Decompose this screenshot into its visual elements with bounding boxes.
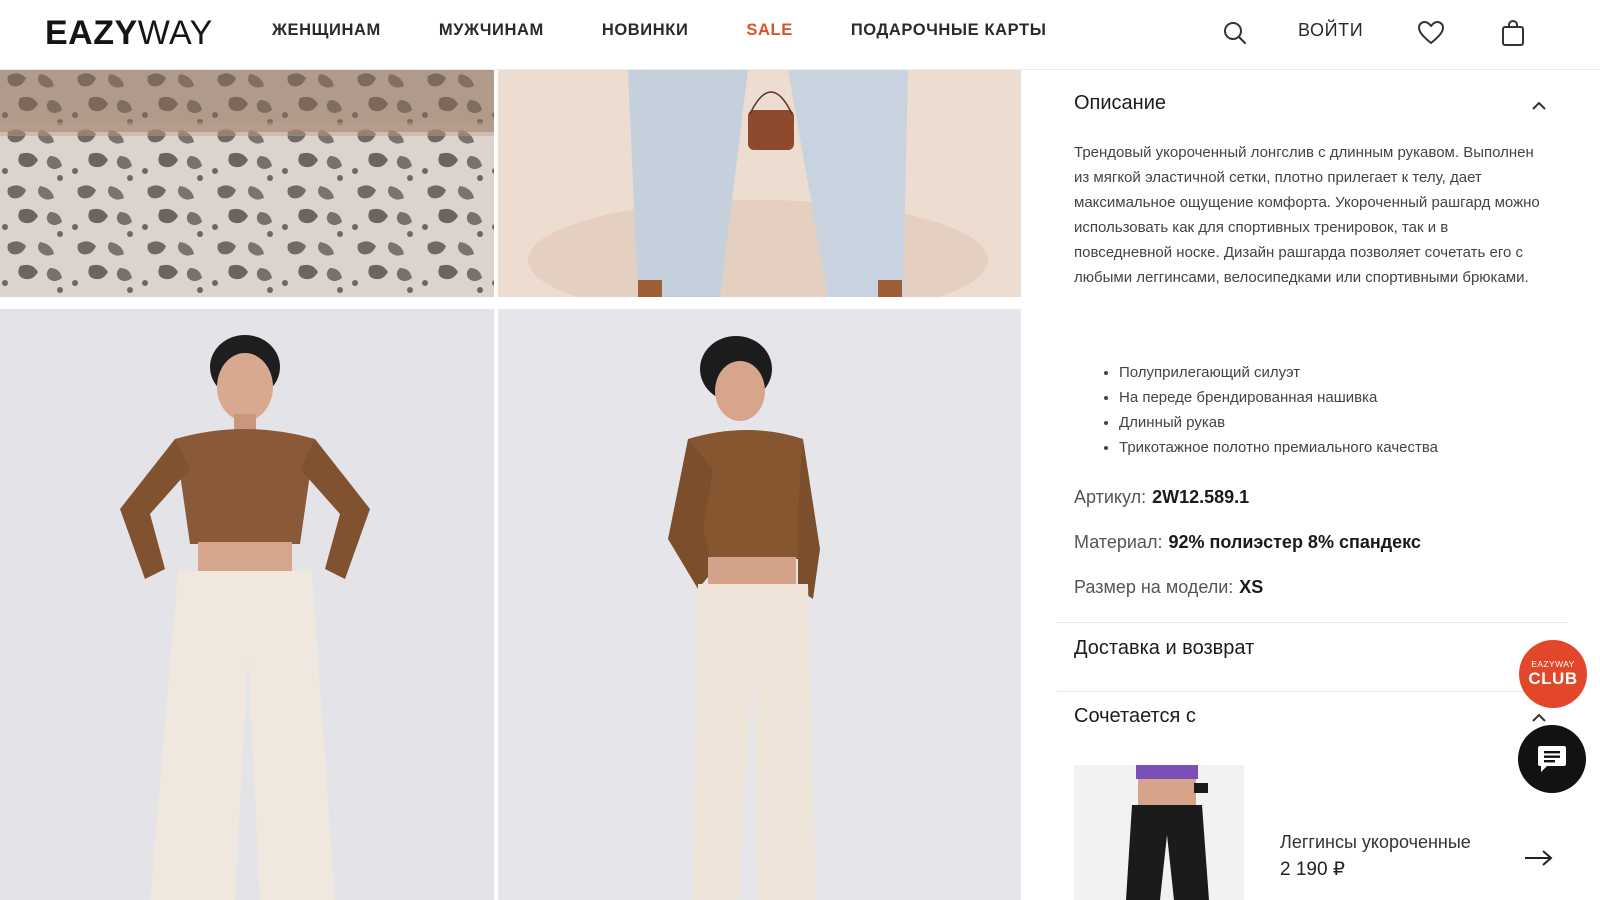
recommended-product-name[interactable]: Леггинсы укороченные <box>1280 832 1471 853</box>
chat-button[interactable] <box>1518 725 1586 793</box>
recommended-product-image[interactable] <box>1074 765 1244 900</box>
nav-sale[interactable]: SALE <box>746 21 792 40</box>
nav-new[interactable]: НОВИНКИ <box>602 21 689 40</box>
delivery-title[interactable]: Доставка и возврат <box>1074 637 1254 660</box>
model-size-value: XS <box>1239 577 1264 597</box>
product-gallery <box>0 70 1021 900</box>
club-badge-button[interactable]: EAZYWAY CLUB <box>1519 640 1587 708</box>
chat-icon <box>1538 746 1566 772</box>
divider <box>1057 691 1567 692</box>
list-item: Полуприлегающий силуэт <box>1119 360 1438 385</box>
brand-logo[interactable]: EAZY WAY <box>45 14 213 53</box>
recommended-product-price: 2 190 ₽ <box>1280 859 1345 880</box>
feature-list: Полуприлегающий силуэт На переде брендир… <box>1119 360 1438 460</box>
divider <box>1057 622 1567 623</box>
article-value: 2W12.589.1 <box>1152 487 1250 507</box>
nav-men[interactable]: МУЖЧИНАМ <box>439 21 544 40</box>
nav-gift-cards[interactable]: ПОДАРОЧНЫЕ КАРТЫ <box>851 21 1047 40</box>
product-photo-fabric-closeup[interactable] <box>0 70 494 297</box>
product-photo-outfit-detail[interactable] <box>498 70 1021 297</box>
article-row: Артикул: 2W12.589.1 <box>1074 487 1249 508</box>
arrow-right-icon[interactable] <box>1523 848 1555 868</box>
list-item: Длинный рукав <box>1119 410 1438 435</box>
site-header: EAZY WAY ЖЕНЩИНАМ МУЖЧИНАМ НОВИНКИ SALE П… <box>0 0 1600 70</box>
login-link[interactable]: ВОЙТИ <box>1298 20 1363 41</box>
main-nav: ЖЕНЩИНАМ МУЖЧИНАМ НОВИНКИ SALE ПОДАРОЧНЫ… <box>272 21 1104 40</box>
list-item: Трикотажное полотно премиального качеств… <box>1119 435 1438 460</box>
product-photo-model-front[interactable] <box>0 309 494 900</box>
list-item: На переде брендированная нашивка <box>1119 385 1438 410</box>
chevron-up-icon[interactable] <box>1529 96 1549 116</box>
combine-title[interactable]: Сочетается с <box>1074 705 1196 728</box>
model-size-row: Размер на модели: XS <box>1074 577 1263 598</box>
heart-icon[interactable] <box>1416 18 1446 48</box>
search-icon[interactable] <box>1220 18 1250 48</box>
description-title[interactable]: Описание <box>1074 92 1166 115</box>
club-badge-label: CLUB <box>1528 669 1578 688</box>
material-value: 92% полиэстер 8% спандекс <box>1168 532 1421 552</box>
club-badge-brand: EAZYWAY <box>1531 659 1575 669</box>
article-label: Артикул: <box>1074 487 1147 507</box>
description-text: Трендовый укороченный лонгслив с длинным… <box>1074 144 1540 286</box>
model-size-label: Размер на модели: <box>1074 577 1234 597</box>
logo-light: WAY <box>137 14 213 52</box>
product-details-panel: Описание Трендовый укороченный лонгслив … <box>1057 70 1567 900</box>
nav-women[interactable]: ЖЕНЩИНАМ <box>272 21 381 40</box>
bag-icon[interactable] <box>1498 18 1528 48</box>
product-photo-model-back[interactable] <box>498 309 1021 900</box>
logo-bold: EAZY <box>45 14 138 52</box>
material-row: Материал: 92% полиэстер 8% спандекс <box>1074 532 1421 553</box>
material-label: Материал: <box>1074 532 1163 552</box>
